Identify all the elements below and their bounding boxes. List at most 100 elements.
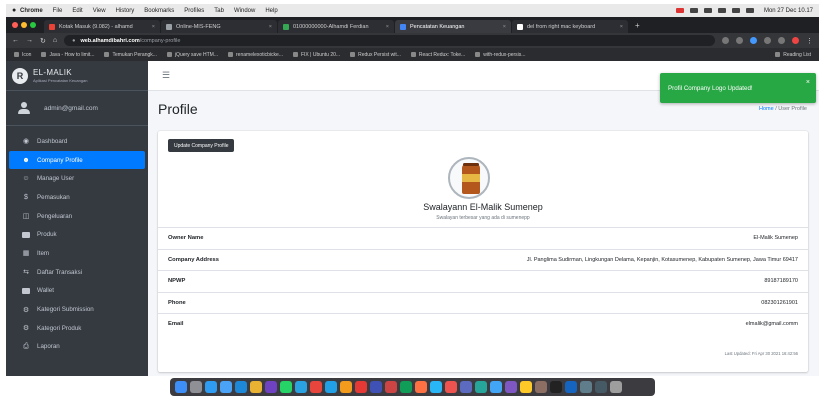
forward-icon[interactable]: → [26,37,33,44]
chrome-icon[interactable] [250,381,262,393]
menu-tab[interactable]: Tab [214,8,224,14]
menu-app-name[interactable]: Chrome [20,8,43,14]
reading-list[interactable]: Reading List [775,52,811,58]
sidebar-item-laporan[interactable]: ⎙ Laporan [9,338,145,357]
telegram-icon[interactable] [295,381,307,393]
bookmark-item[interactable]: with-redux-persis... [475,52,525,58]
user-panel[interactable]: admin@gmail.com [6,91,148,126]
vscode-icon[interactable] [235,381,247,393]
close-tab-icon[interactable]: × [616,24,623,30]
address-bar[interactable]: ● web.alhamdibahri.com/company-profile [64,35,715,46]
app-icon[interactable] [520,381,532,393]
app-icon[interactable] [535,381,547,393]
minimize-window-icon[interactable] [21,22,27,28]
bookmark-item[interactable]: Java - How to limit... [41,52,94,58]
app-icon[interactable] [325,381,337,393]
app-icon[interactable] [580,381,592,393]
safari-icon[interactable] [205,381,217,393]
close-tab-icon[interactable]: × [148,24,155,30]
sidebar-item-produk[interactable]: Produk [9,225,145,244]
back-icon[interactable]: ← [12,37,19,44]
browser-tab[interactable]: 01000000000-Alhamdi Ferdian × [278,20,394,33]
app-icon[interactable] [445,381,457,393]
record-icon[interactable] [675,8,684,13]
menu-bookmarks[interactable]: Bookmarks [144,8,174,14]
close-tab-icon[interactable]: × [265,24,272,30]
trash-icon[interactable] [610,381,622,393]
close-icon[interactable]: × [806,79,810,86]
app-icon[interactable] [310,381,322,393]
bookmark-item[interactable]: Icon [14,52,31,58]
extension-icon[interactable] [722,37,729,44]
app-icon[interactable] [370,381,382,393]
bookmark-item[interactable]: Redux Persist wit... [350,52,401,58]
extension-icon[interactable] [764,37,771,44]
sidebar-item-kategori-produk[interactable]: ⚙ Kategori Produk [9,319,145,338]
sidebar-item-pengeluaran[interactable]: ◫ Pengeluaran [9,207,145,226]
reload-icon[interactable]: ↻ [40,37,46,45]
app-icon[interactable] [595,381,607,393]
app-icon[interactable] [430,381,442,393]
app-icon[interactable] [490,381,502,393]
sidebar-item-item[interactable]: ▦ Item [9,244,145,263]
cloud-icon[interactable] [689,8,698,13]
wifi-icon[interactable] [717,8,726,13]
app-icon[interactable] [505,381,517,393]
app-icon[interactable] [265,381,277,393]
whatsapp-icon[interactable] [280,381,292,393]
puzzle-icon[interactable] [778,37,785,44]
sidebar-item-wallet[interactable]: Wallet [9,282,145,301]
launchpad-icon[interactable] [190,381,202,393]
search-icon[interactable] [731,8,740,13]
breadcrumb-home-link[interactable]: Home [759,106,774,112]
sidebar-item-manage-user[interactable]: ☺ Manage User [9,169,145,188]
close-tab-icon[interactable]: × [382,24,389,30]
app-icon[interactable] [340,381,352,393]
menu-help[interactable]: Help [265,8,277,14]
menu-file[interactable]: File [53,8,63,14]
home-icon[interactable]: ⌂ [53,37,57,44]
update-company-profile-button[interactable]: Update Company Profile [168,139,235,152]
menu-dots-icon[interactable]: ⋮ [806,37,813,45]
close-tab-icon[interactable]: × [499,24,506,30]
brand[interactable]: R EL-MALIK Aplikasi Pencatatan Keuangan [6,61,148,91]
browser-tab[interactable]: Online-MIS-FENG × [161,20,277,33]
menu-window[interactable]: Window [234,8,255,14]
control-center-icon[interactable] [745,8,754,13]
bookmark-item[interactable]: FIX | Ubuntu 20... [292,52,340,58]
maximize-window-icon[interactable] [30,22,36,28]
terminal-icon[interactable] [550,381,562,393]
browser-tab[interactable]: del from right mac keyboard × [512,20,628,33]
app-icon[interactable] [475,381,487,393]
sidebar-item-dashboard[interactable]: ◉ Dashboard [9,132,145,151]
hamburger-menu-icon[interactable]: ☰ [162,70,170,81]
mail-icon[interactable] [220,381,232,393]
apple-icon[interactable]: ● [12,7,20,14]
bookmark-item[interactable]: Temukan Perangk... [104,52,157,58]
new-tab-icon[interactable]: + [635,21,640,30]
bookmark-item[interactable]: jQuery save HTM... [166,52,218,58]
menu-edit[interactable]: Edit [72,8,82,14]
bookmark-item[interactable]: React Redux: Toke... [410,52,465,58]
app-icon[interactable] [385,381,397,393]
browser-tab-active[interactable]: Pencatatan Keuangan × [395,20,511,33]
browser-tab[interactable]: Kotak Masuk (9.082) - alhamd × [44,20,160,33]
finder-icon[interactable] [175,381,187,393]
extension-icon[interactable] [750,37,757,44]
bookmark-item[interactable]: renamelexoticbicke... [228,52,283,58]
app-icon[interactable] [565,381,577,393]
battery-icon[interactable] [703,8,712,13]
profile-avatar-icon[interactable] [792,37,799,44]
sidebar-item-company-profile[interactable]: ☻ Company Profile [9,150,145,170]
app-icon[interactable] [460,381,472,393]
sidebar-item-daftar-transaksi[interactable]: ⇆ Daftar Transaksi [9,263,145,282]
menu-history[interactable]: History [116,8,135,14]
app-icon[interactable] [400,381,412,393]
app-icon[interactable] [355,381,367,393]
app-icon[interactable] [415,381,427,393]
star-icon[interactable] [736,37,743,44]
close-window-icon[interactable] [12,22,18,28]
menu-view[interactable]: View [93,8,106,14]
sidebar-item-kategori-submission[interactable]: ⚙ Kategori Submission [9,300,145,319]
menubar-clock[interactable]: Mon 27 Dec 10.17 [764,8,813,14]
